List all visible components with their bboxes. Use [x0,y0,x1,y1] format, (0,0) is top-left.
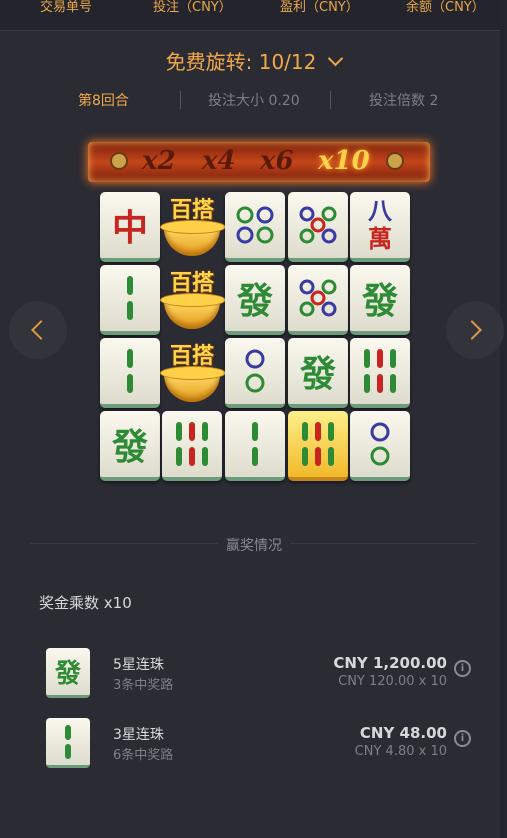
bamboo-6-icon [364,349,396,393]
bamboo-2-icon [127,349,133,393]
tile-circle-5 [288,265,348,335]
header-balance: 余额（CNY） [406,0,485,15]
reel-grid: 中 發 百搭 百搭 百搭 發 發 八 萬 發 [98,190,412,486]
tile-bamboo-2 [100,265,160,335]
tile-bamboo-6 [162,411,222,481]
coin-icon [386,152,404,170]
circle-4-icon [236,206,274,244]
win-ways: 6条中奖路 [113,748,174,763]
bet-size: 投注大小 0.20 [208,93,300,109]
circle-5-icon [299,279,337,317]
win-name: 3星连珠 [113,727,164,743]
tile-circle-4 [225,192,285,262]
prev-round-button[interactable] [9,301,67,359]
header-bet: 投注（CNY） [153,0,232,15]
multiplier-x4: x4 [202,146,236,176]
win-item: 3星连珠 6条中奖路 CNY 48.00 CNY 4.80 x 10 i [0,718,500,774]
prize-multiplier: 奖金乘数 x10 [39,594,132,612]
win-amount: CNY 1,200.00 [333,654,447,672]
divider [330,91,331,109]
free-spins-label: 免费旋转: 10/12 [165,50,317,74]
tile-red-dragon: 中 [100,192,160,262]
circle-2-icon [370,422,390,466]
gold-ingot-icon [160,366,226,402]
win-calculation: CNY 120.00 x 10 [338,674,447,689]
coin-icon [110,152,128,170]
tile-green-dragon: 發 [225,265,285,335]
round-number: 第8回合 [78,93,129,109]
bamboo-3-icon [302,422,334,466]
multiplier-x2: x2 [142,146,176,176]
win-calculation: CNY 4.80 x 10 [354,744,447,759]
win-item: 發 5星连珠 3条中奖路 CNY 1,200.00 CNY 120.00 x 1… [0,648,500,704]
tile-bamboo-2 [225,411,285,481]
tile-bamboo-6 [350,338,410,408]
win-symbol-thumb: 發 [46,648,90,698]
bamboo-2-icon [127,276,133,320]
tile-circle-2 [350,411,410,481]
multiplier-x6: x6 [260,146,294,176]
tile-green-dragon: 發 [288,338,348,408]
gold-ingot-icon [160,293,226,329]
scrollbar[interactable] [500,0,507,838]
win-ways: 3条中奖路 [113,678,174,693]
free-spins-dropdown[interactable]: 免费旋转: 10/12 [0,46,507,75]
history-header: 交易单号 投注（CNY） 盈利（CNY） 余额（CNY） [0,0,500,31]
tile-bamboo-2 [100,338,160,408]
header-transaction-id: 交易单号 [40,0,93,15]
circle-2-icon [245,349,265,393]
tile-character-8: 八 萬 [350,192,410,262]
circle-5-icon [299,206,337,244]
multiplier-x10: x10 [318,146,370,176]
win-symbol-thumb [46,718,90,768]
divider [180,91,181,109]
tile-circle-2 [225,338,285,408]
bamboo-2-icon [65,724,71,759]
win-section-title: 赢奖情况 [218,535,290,555]
bet-multiplier: 投注倍数 2 [369,93,439,109]
tile-green-dragon: 發 [350,265,410,335]
bamboo-6-icon [176,422,208,466]
wild-symbol: 百搭 [160,263,226,337]
info-icon[interactable]: i [454,730,471,747]
win-amount: CNY 48.00 [359,724,447,742]
wild-symbol: 百搭 [160,190,226,264]
wild-symbol: 百搭 [160,336,226,410]
next-round-button[interactable] [446,301,504,359]
bamboo-2-icon [252,422,258,466]
info-icon[interactable]: i [454,660,471,677]
gold-ingot-icon [160,220,226,256]
multiplier-banner: x2 x4 x6 x10 [88,142,430,182]
chevron-down-icon [328,50,344,67]
win-name: 5星连珠 [113,657,164,673]
header-profit: 盈利（CNY） [280,0,359,15]
tile-green-dragon: 發 [100,411,160,481]
tile-circle-5 [288,192,348,262]
tile-bamboo-3-gold [288,411,348,481]
